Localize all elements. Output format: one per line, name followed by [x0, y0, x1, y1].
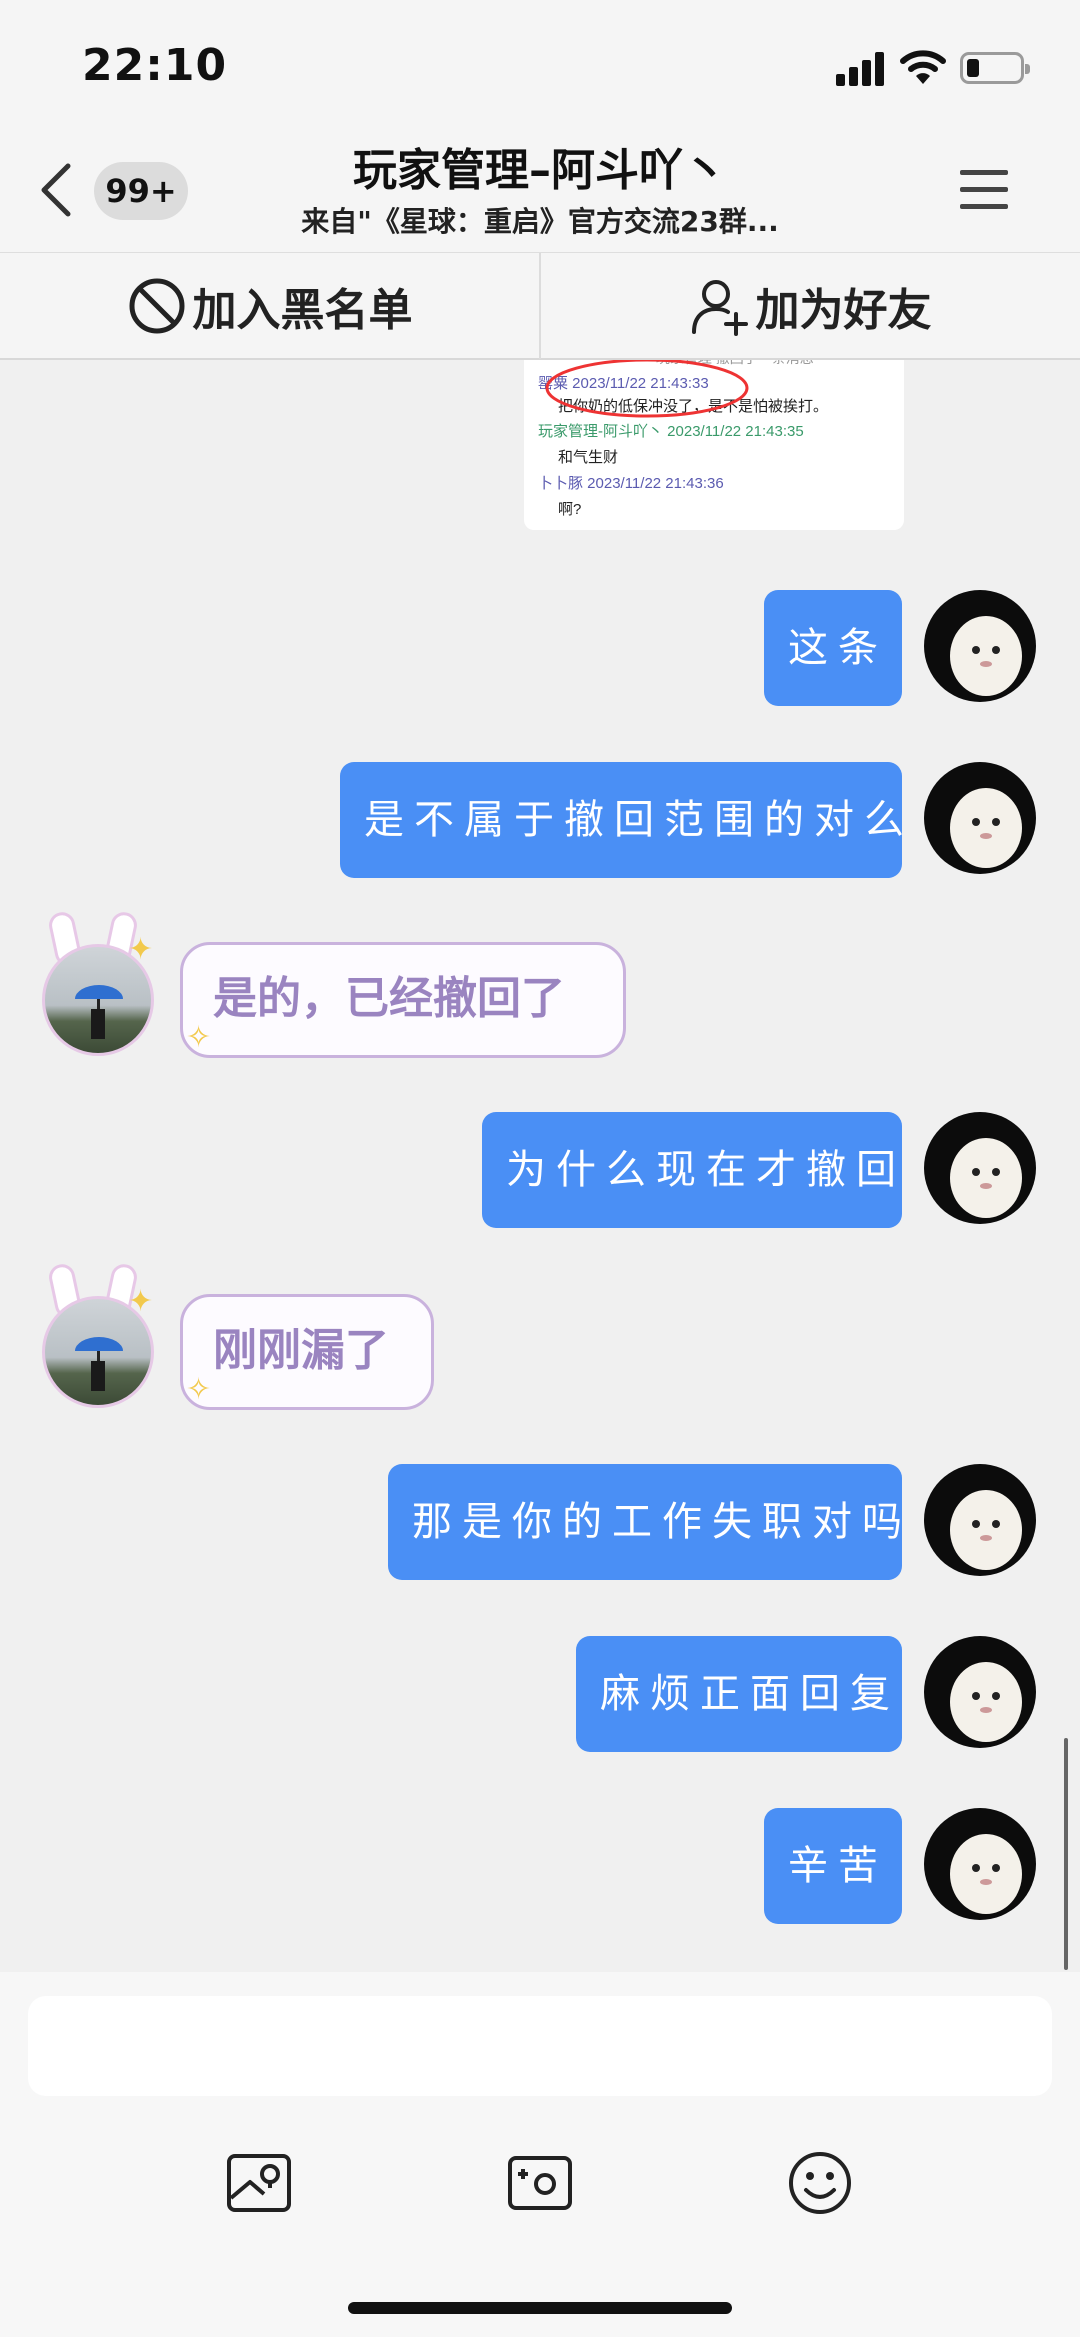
- my-avatar[interactable]: [924, 590, 1036, 702]
- shared-screenshot-image[interactable]: —— 玩家管理 撤回了一条消息 罂粟 2023/11/22 21:43:33 把…: [524, 360, 904, 530]
- message-input[interactable]: [28, 1996, 1052, 2096]
- my-avatar[interactable]: [924, 1636, 1036, 1748]
- star-decoration-icon: ✦: [128, 1284, 154, 1319]
- my-avatar[interactable]: [924, 1808, 1036, 1920]
- status-bar: 22:10: [0, 0, 1080, 130]
- red-circle-annotation: [545, 360, 749, 418]
- outgoing-message-bubble[interactable]: 这条: [764, 590, 902, 706]
- chat-title: 玩家管理–阿斗吖丶: [353, 145, 727, 196]
- screenshot-line: 啊?: [558, 501, 582, 518]
- chat-scrollbar[interactable]: [1064, 1738, 1068, 1970]
- emoji-icon[interactable]: [785, 2148, 855, 2218]
- my-avatar[interactable]: [924, 1112, 1036, 1224]
- photo-camera-icon[interactable]: [505, 2148, 575, 2218]
- unread-count-badge[interactable]: 99+: [94, 162, 188, 220]
- outgoing-message-bubble[interactable]: 那是你的工作失职对吗: [388, 1464, 902, 1580]
- add-person-icon: [691, 280, 748, 336]
- image-icon[interactable]: [224, 2148, 294, 2218]
- outgoing-message-bubble[interactable]: 是不属于撤回范围的对么: [340, 762, 904, 878]
- screenshot-line: 和气生财: [558, 449, 619, 466]
- screenshot-line: 卜卜豚 2023/11/22 21:43:36: [538, 475, 724, 492]
- home-indicator: [348, 2302, 732, 2314]
- outgoing-message-bubble[interactable]: 辛苦: [764, 1808, 902, 1924]
- star-decoration-icon: ✦: [128, 932, 154, 967]
- wifi-icon: [900, 50, 946, 84]
- cellular-signal-icon: [836, 52, 886, 86]
- composer-area: [0, 1972, 1080, 2337]
- add-to-blacklist-button[interactable]: 加入黑名单: [0, 253, 539, 359]
- chat-header: 99+ 玩家管理–阿斗吖丶 来自"《星球：重启》官方交流23群...: [0, 130, 1080, 252]
- chat-messages[interactable]: —— 玩家管理 撤回了一条消息 罂粟 2023/11/22 21:43:33 把…: [0, 360, 1080, 1972]
- incoming-message-bubble[interactable]: 是的，已经撤回了: [180, 942, 626, 1058]
- menu-icon[interactable]: [960, 168, 1008, 212]
- add-friend-button[interactable]: 加为好友: [541, 253, 1080, 359]
- star-decoration-icon: ✧: [186, 1372, 212, 1407]
- battery-icon: [960, 52, 1030, 84]
- add-to-blacklist-label: 加入黑名单: [192, 285, 413, 336]
- status-time: 22:10: [82, 40, 228, 91]
- chat-subtitle: 来自"《星球：重启》官方交流23群...: [301, 205, 779, 238]
- outgoing-message-bubble[interactable]: 为什么现在才撤回: [482, 1112, 902, 1228]
- incoming-message-bubble[interactable]: 刚刚漏了: [180, 1294, 434, 1410]
- block-icon: [129, 278, 184, 334]
- star-decoration-icon: ✧: [186, 1020, 212, 1055]
- my-avatar[interactable]: [924, 762, 1036, 874]
- screenshot-line: 玩家管理-阿斗吖丶 2023/11/22 21:43:35: [538, 423, 804, 440]
- back-chevron-icon[interactable]: [36, 160, 76, 220]
- my-avatar[interactable]: [924, 1464, 1036, 1576]
- outgoing-message-bubble[interactable]: 麻烦正面回复: [576, 1636, 902, 1752]
- action-bar: 加入黑名单 加为好友: [0, 252, 1080, 360]
- add-friend-label: 加为好友: [755, 285, 932, 336]
